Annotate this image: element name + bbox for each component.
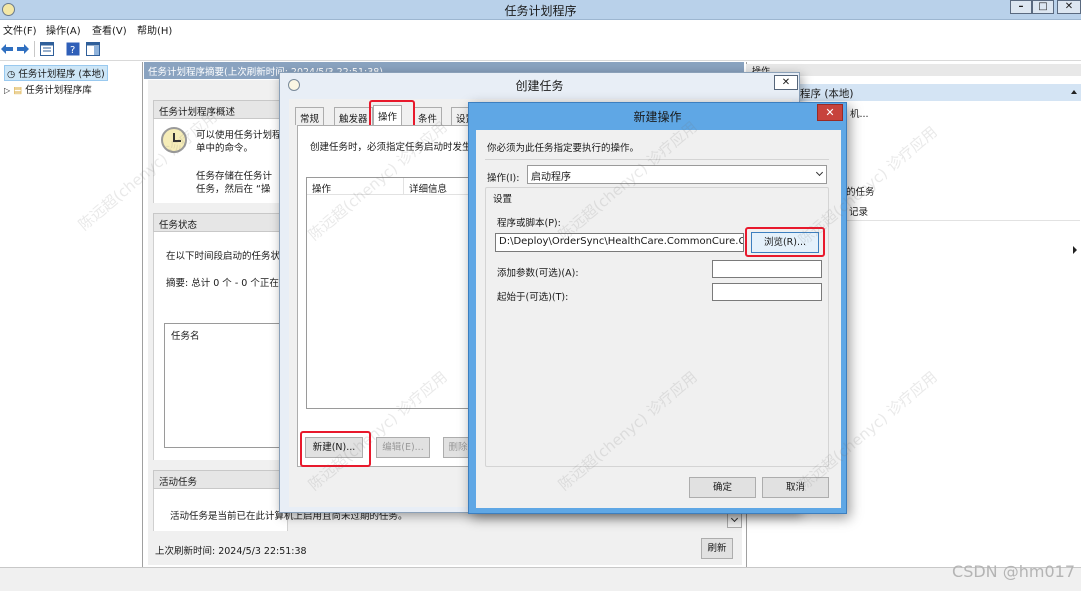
menu-file[interactable]: 文件(F) — [3, 22, 37, 37]
tree-item-local[interactable]: ◷ 任务计划程序 (本地) — [4, 65, 108, 81]
cancel-button[interactable]: 取消 — [762, 477, 829, 498]
action-type-select[interactable]: 启动程序 — [527, 165, 827, 184]
action-type-value: 启动程序 — [531, 172, 571, 183]
action-type-label: 操作(I): — [487, 173, 520, 184]
menu-help[interactable]: 帮助(H) — [137, 22, 172, 37]
expand-arrow-icon[interactable]: ▷ — [4, 86, 10, 95]
tab-conditions[interactable]: 条件 — [413, 107, 443, 125]
toolbar-separator — [34, 41, 35, 57]
help-icon[interactable]: ? — [66, 42, 80, 56]
program-path-input[interactable]: D:\Deploy\OrderSync\HealthCare.CommonCur… — [495, 233, 744, 252]
ok-button[interactable]: 确定 — [689, 477, 756, 498]
scroll-down-button[interactable] — [727, 513, 742, 528]
actions-list[interactable]: 操作 详细信息 — [306, 177, 474, 409]
instruction-text: 你必须为此任务指定要执行的操作。 — [487, 143, 640, 154]
actions-pane-item[interactable]: 记录 — [849, 204, 868, 218]
task-status-list[interactable]: 任务名 — [164, 323, 286, 448]
tab-triggers[interactable]: 触发器 — [334, 107, 373, 125]
column-header-detail[interactable]: 详细信息 — [409, 181, 447, 195]
submenu-arrow-icon[interactable] — [1073, 246, 1077, 254]
chevron-down-icon — [815, 168, 824, 177]
toolbar: ? — [0, 37, 1081, 61]
divider — [485, 159, 829, 160]
task-summary-text: 摘要: 总计 0 个 - 0 个正在 — [166, 278, 279, 289]
tree-item-library[interactable]: ▷ ▤ 任务计划程序库 — [4, 82, 92, 96]
clock-icon — [2, 3, 15, 16]
collapse-arrow-icon[interactable] — [1071, 90, 1077, 94]
arguments-input[interactable] — [712, 260, 822, 278]
folder-icon: ▤ — [13, 85, 23, 96]
back-arrow-icon[interactable] — [0, 42, 14, 56]
program-label: 程序或脚本(P): — [497, 218, 561, 229]
overview-text: 任务存储在任务计 — [196, 171, 273, 182]
active-tasks-section-header[interactable]: 活动任务 — [153, 470, 288, 489]
menu-action[interactable]: 操作(A) — [46, 22, 81, 37]
close-button[interactable]: ✕ — [1057, 0, 1081, 14]
column-header-task-name[interactable]: 任务名 — [171, 328, 200, 342]
window-title: 任务计划程序 — [504, 4, 577, 18]
minimize-button[interactable]: – — [1010, 0, 1032, 14]
status-bar — [0, 567, 1081, 591]
maximize-button[interactable]: □ — [1032, 0, 1054, 14]
clock-icon — [288, 79, 300, 91]
start-in-input[interactable] — [712, 283, 822, 301]
new-action-title: 新建操作 — [633, 110, 682, 124]
create-task-title: 创建任务 — [515, 79, 564, 93]
console-tree: ◷ 任务计划程序 (本地) ▷ ▤ 任务计划程序库 — [0, 62, 143, 567]
actions-pane-item[interactable]: 的任务 — [846, 184, 875, 198]
new-action-close-button[interactable]: ✕ — [817, 104, 843, 121]
console-tree-icon[interactable] — [40, 42, 54, 56]
window-titlebar: 任务计划程序 — [0, 0, 1081, 20]
actions-pane-item[interactable]: 机... — [850, 106, 869, 120]
credit-watermark: CSDN @hm017 — [952, 562, 1075, 581]
tree-item-label: 任务计划程序库 — [25, 85, 92, 96]
highlight-box — [300, 431, 371, 467]
menu-view[interactable]: 查看(V) — [92, 22, 127, 37]
actions-tab-description: 创建任务时，必须指定任务启动时发生 — [310, 142, 472, 153]
overview-text: 单中的命令。 — [196, 143, 254, 154]
clock-icon — [161, 127, 187, 153]
arguments-label: 添加参数(可选)(A): — [497, 268, 579, 279]
column-header-action[interactable]: 操作 — [312, 181, 331, 195]
overview-text: 任务，然后在 “操 — [196, 184, 271, 195]
clock-icon: ◷ — [7, 69, 16, 80]
task-status-text: 在以下时间段启动的任务状 — [166, 251, 281, 262]
overview-section-header[interactable]: 任务计划程序概述 — [153, 100, 288, 119]
create-task-close-button[interactable]: ✕ — [774, 75, 798, 90]
svg-text:?: ? — [70, 45, 75, 56]
forward-arrow-icon[interactable] — [16, 42, 30, 56]
menu-bar: 文件(F) 操作(A) 查看(V) 帮助(H) — [0, 20, 1081, 37]
overview-text: 可以使用任务计划程 — [196, 130, 282, 141]
start-in-label: 起始于(可选)(T): — [497, 292, 569, 303]
last-refresh-text: 上次刷新时间: 2024/5/3 22:51:38 — [155, 546, 307, 557]
highlight-box — [745, 227, 825, 257]
tab-general[interactable]: 常规 — [295, 107, 325, 125]
refresh-button[interactable]: 刷新 — [701, 538, 733, 559]
tree-item-label: 任务计划程序 (本地) — [18, 69, 105, 80]
actions-list-header: 操作 详细信息 — [307, 178, 473, 195]
task-status-section-header[interactable]: 任务状态 — [153, 213, 288, 232]
edit-action-button[interactable]: 编辑(E)... — [376, 437, 430, 458]
new-action-dialog: 新建操作 ✕ 你必须为此任务指定要执行的操作。 操作(I): 启动程序 设置 程… — [468, 102, 847, 514]
settings-group-label: 设置 — [491, 191, 515, 205]
action-pane-icon[interactable] — [86, 42, 100, 56]
